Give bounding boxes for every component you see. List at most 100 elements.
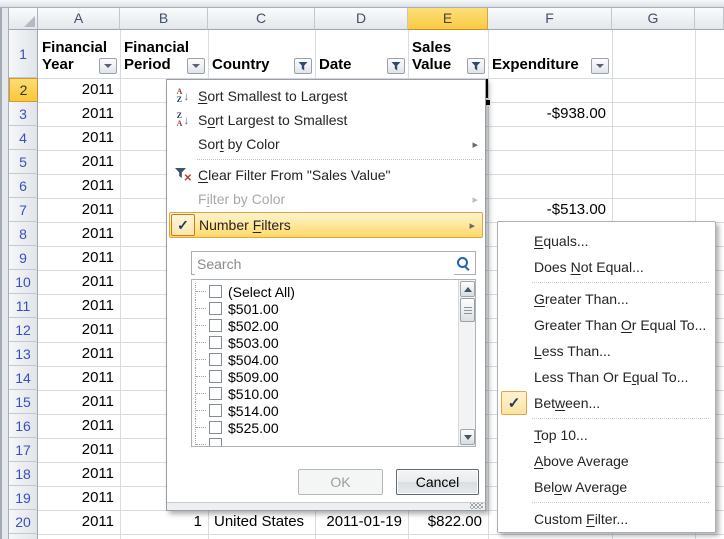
column-header-partial[interactable]	[695, 8, 724, 30]
filter-applied-button[interactable]	[467, 58, 485, 74]
column-header-E[interactable]: E	[408, 8, 488, 30]
grid-cell-A6[interactable]: 2011	[39, 174, 119, 198]
checkbox[interactable]	[209, 285, 222, 298]
row-header-8[interactable]: 8	[9, 222, 38, 246]
grid-cell-A10[interactable]: 2011	[39, 270, 119, 294]
row-header-1[interactable]: 1	[9, 30, 38, 78]
submenu-item[interactable]: Does Not Equal...	[498, 254, 715, 280]
submenu-item[interactable]: Greater Than...	[498, 286, 715, 312]
cancel-button[interactable]: Cancel	[396, 469, 479, 495]
checkbox[interactable]	[209, 353, 222, 366]
grid-cell-A16[interactable]: 2011	[39, 414, 119, 438]
submenu-item[interactable]: Custom Filter...	[498, 506, 715, 532]
filter-dropdown-button[interactable]	[591, 58, 609, 74]
checkbox[interactable]	[209, 336, 222, 349]
column-header-A[interactable]: A	[38, 8, 120, 30]
checkbox[interactable]	[209, 319, 222, 332]
checkbox[interactable]	[209, 370, 222, 383]
grid-cell-A5[interactable]: 2011	[39, 150, 119, 174]
scrollbar[interactable]	[458, 280, 475, 446]
grid-cell-A2[interactable]: 2011	[39, 78, 119, 102]
grid-cell-A11[interactable]: 2011	[39, 294, 119, 318]
submenu-item[interactable]: Less Than Or Equal To...	[498, 364, 715, 390]
grid-cell-A20[interactable]: 2011	[39, 510, 119, 534]
menu-item[interactable]: ZA↓Sort Largest to Smallest	[167, 108, 485, 132]
scroll-down-button[interactable]	[460, 429, 475, 445]
filter-dropdown-button[interactable]	[187, 58, 205, 74]
row-header-17[interactable]: 17	[9, 438, 38, 462]
row-header-11[interactable]: 11	[9, 294, 38, 318]
row-header-13[interactable]: 13	[9, 342, 38, 366]
grid-cell-F3[interactable]: -$938.00	[489, 102, 611, 126]
grid-cell-E20[interactable]: $822.00	[409, 510, 487, 534]
checkbox[interactable]	[209, 302, 222, 315]
grid-cell-A13[interactable]: 2011	[39, 342, 119, 366]
value-list-item[interactable]: $509.00	[195, 368, 457, 385]
menu-item[interactable]: ✓Number Filters▸	[169, 212, 483, 238]
row-header-4[interactable]: 4	[9, 126, 38, 150]
row-header-3[interactable]: 3	[9, 102, 38, 126]
column-header-B[interactable]: B	[120, 8, 208, 30]
column-header-F[interactable]: F	[488, 8, 612, 30]
row-header-18[interactable]: 18	[9, 462, 38, 486]
row-header-16[interactable]: 16	[9, 414, 38, 438]
search-input[interactable]	[195, 253, 454, 275]
row-header-12[interactable]: 12	[9, 318, 38, 342]
value-list-item[interactable]: (Select All)	[195, 283, 457, 300]
grid-cell-A14[interactable]: 2011	[39, 366, 119, 390]
row-header-20[interactable]: 20	[9, 510, 38, 534]
row-header-19[interactable]: 19	[9, 486, 38, 510]
filter-applied-button[interactable]	[294, 58, 312, 74]
grid-cell-A3[interactable]: 2011	[39, 102, 119, 126]
resize-grip[interactable]	[470, 503, 483, 509]
row-header-7[interactable]: 7	[9, 198, 38, 222]
submenu-item[interactable]: Top 10...	[498, 422, 715, 448]
checkbox[interactable]	[209, 387, 222, 400]
grid-cell-A17[interactable]: 2011	[39, 438, 119, 462]
value-list-item[interactable]: $502.00	[195, 317, 457, 334]
menu-item[interactable]: AZ↓Sort Smallest to Largest	[167, 84, 485, 108]
row-header-6[interactable]: 6	[9, 174, 38, 198]
ok-button[interactable]: OK	[298, 469, 383, 495]
grid-cell-A15[interactable]: 2011	[39, 390, 119, 414]
grid-cell-B20[interactable]: 1	[121, 510, 207, 534]
submenu-item[interactable]: Below Average	[498, 474, 715, 500]
submenu-item[interactable]: Equals...	[498, 228, 715, 254]
menu-item[interactable]: ✕Clear Filter From "Sales Value"	[167, 163, 485, 187]
value-list-item[interactable]: $503.00	[195, 334, 457, 351]
scroll-up-button[interactable]	[460, 281, 475, 297]
grid-cell-A8[interactable]: 2011	[39, 222, 119, 246]
grid-cell-A9[interactable]: 2011	[39, 246, 119, 270]
grid-cell-A18[interactable]: 2011	[39, 462, 119, 486]
value-list-item[interactable]: $501.00	[195, 300, 457, 317]
grid-cell-D20[interactable]: 2011-01-19	[316, 510, 407, 534]
submenu-item[interactable]: Above Average	[498, 448, 715, 474]
value-list-item[interactable]: $510.00	[195, 385, 457, 402]
submenu-item[interactable]: ✓Between...	[498, 390, 715, 416]
scrollbar-thumb[interactable]	[460, 298, 475, 322]
search-icon[interactable]	[455, 255, 471, 271]
grid-cell-A12[interactable]: 2011	[39, 318, 119, 342]
submenu-item[interactable]: Greater Than Or Equal To...	[498, 312, 715, 338]
row-header-10[interactable]: 10	[9, 270, 38, 294]
filter-applied-button[interactable]	[387, 58, 405, 74]
row-header-2[interactable]: 2	[9, 78, 38, 102]
value-list-item[interactable]: $514.00	[195, 402, 457, 419]
filter-dropdown-button[interactable]	[99, 58, 117, 74]
menu-item[interactable]: Filter by Color▸	[167, 187, 485, 211]
row-header-14[interactable]: 14	[9, 366, 38, 390]
value-list-item[interactable]: $504.00	[195, 351, 457, 368]
grid-cell-A7[interactable]: 2011	[39, 198, 119, 222]
submenu-item[interactable]: Less Than...	[498, 338, 715, 364]
row-header-9[interactable]: 9	[9, 246, 38, 270]
row-header-partial[interactable]	[9, 534, 38, 539]
grid-cell-A4[interactable]: 2011	[39, 126, 119, 150]
menu-item[interactable]: Sort by Color▸	[167, 132, 485, 156]
column-header-D[interactable]: D	[315, 8, 408, 30]
row-header-15[interactable]: 15	[9, 390, 38, 414]
checkbox[interactable]	[209, 421, 222, 434]
grid-cell-C20[interactable]: United States	[209, 510, 314, 534]
value-list-item[interactable]	[195, 436, 457, 447]
select-all-button[interactable]	[9, 8, 38, 30]
column-header-C[interactable]: C	[208, 8, 315, 30]
